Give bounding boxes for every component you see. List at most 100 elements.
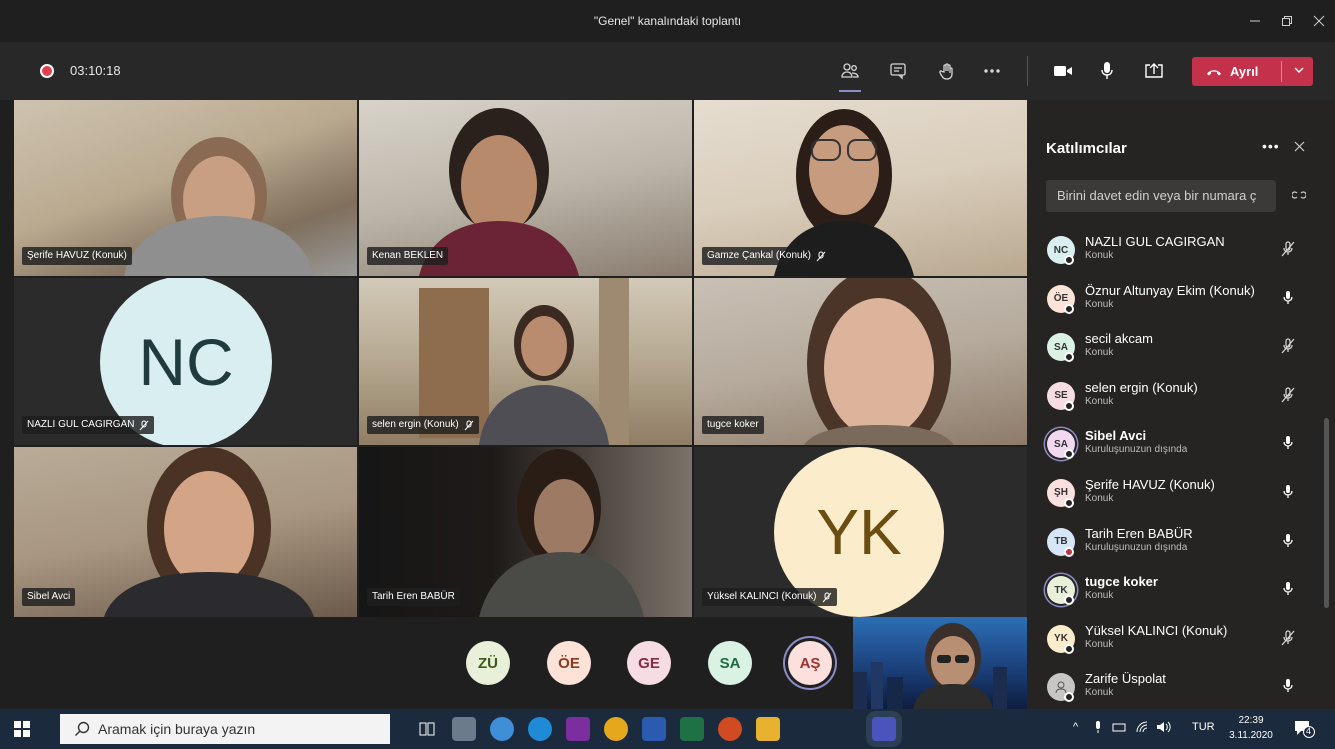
mic-muted-icon[interactable] [1280, 629, 1296, 647]
chat-icon[interactable] [883, 56, 913, 86]
mic-icon[interactable] [1280, 677, 1296, 695]
presence-status-icon [1064, 595, 1074, 606]
volume-icon[interactable] [1156, 721, 1172, 736]
avatar: SA [1047, 430, 1075, 460]
video-tile[interactable]: Tarih Eren BABÜR [359, 447, 692, 617]
mic-icon[interactable] [1092, 56, 1122, 86]
avatar[interactable]: SA [708, 641, 752, 685]
participant-row[interactable]: SE selen ergin (Konuk) Konuk [1027, 374, 1335, 423]
participant-row[interactable]: TB Tarih Eren BABÜR Kuruluşunuzun dışında [1027, 520, 1335, 569]
more-icon[interactable]: ••• [1262, 138, 1280, 154]
more-icon[interactable] [977, 56, 1007, 86]
video-tile[interactable]: Kenan BEKLEN [359, 100, 692, 276]
overflow-strip: ZÜ ÖE GE SA AŞ [14, 617, 1027, 709]
participant-row[interactable]: SA secil akcam Konuk [1027, 325, 1335, 374]
video-tile[interactable]: tugce koker [694, 278, 1027, 445]
video-tile[interactable]: NC NAZLI GUL CAGIRGAN [14, 278, 357, 445]
file-explorer-icon[interactable] [756, 717, 780, 741]
mic-muted-icon[interactable] [1280, 386, 1296, 404]
participant-name: Öznur Altunyay Ekim (Konuk) [1085, 282, 1255, 298]
chevron-up-icon[interactable]: ^ [1073, 721, 1078, 733]
participant-row[interactable]: ÖE Öznur Altunyay Ekim (Konuk) Konuk [1027, 277, 1335, 326]
presence-status-icon [1064, 352, 1074, 363]
presence-status-icon [1064, 497, 1074, 508]
presence-status-icon [1064, 400, 1074, 411]
video-grid: Şerife HAVUZ (Konuk) Kenan BEKLEN Gamze … [14, 100, 1027, 617]
participant-name-label: NAZLI GUL CAGIRGAN [22, 416, 155, 434]
participant-role: Konuk [1085, 395, 1114, 407]
participant-name: Yüksel KALINCI (Konuk) [1085, 622, 1228, 638]
window-title: "Genel" kanalındaki toplantı [593, 14, 742, 28]
wifi-icon[interactable] [1136, 721, 1150, 736]
minimize-icon[interactable] [1239, 0, 1271, 42]
avatar[interactable]: ÖE [547, 641, 591, 685]
onenote-icon[interactable] [566, 717, 590, 741]
participants-panel: Katılımcılar ••• Birini davet edin veya … [1027, 100, 1335, 709]
participant-name: Tarih Eren BABÜR [1085, 525, 1193, 541]
video-tile[interactable]: YK Yüksel KALINCI (Konuk) [694, 447, 1027, 617]
clock[interactable]: 22:39 3.11.2020 [1226, 713, 1276, 743]
raise-hand-icon[interactable] [932, 56, 962, 86]
paint-icon[interactable] [490, 717, 514, 741]
powerpoint-icon[interactable] [718, 717, 742, 741]
mic-muted-icon[interactable] [1280, 240, 1296, 258]
windows-start-icon[interactable] [14, 721, 30, 742]
video-tile[interactable]: Şerife HAVUZ (Konuk) [14, 100, 357, 276]
word-icon[interactable] [642, 717, 666, 741]
mic-muted-icon [140, 420, 149, 430]
participants-icon[interactable] [835, 56, 865, 92]
notification-icon[interactable]: 4 [1293, 719, 1315, 744]
leave-button[interactable]: Ayrıl [1192, 57, 1313, 86]
mic-icon[interactable] [1280, 580, 1296, 598]
mic-icon[interactable] [1280, 483, 1296, 501]
excel-icon[interactable] [680, 717, 704, 741]
participant-name-label: selen ergin (Konuk) [367, 416, 479, 434]
scrollbar[interactable] [1324, 418, 1329, 608]
avatar[interactable]: AŞ [788, 641, 832, 685]
participant-row[interactable]: ŞH Şerife HAVUZ (Konuk) Konuk [1027, 471, 1335, 520]
participant-name-label: Şerife HAVUZ (Konuk) [22, 247, 132, 265]
avatar: ŞH [1047, 478, 1075, 508]
mic-icon[interactable] [1093, 721, 1103, 737]
mic-icon[interactable] [1280, 532, 1296, 550]
language-indicator[interactable]: TUR [1192, 721, 1215, 733]
video-tile[interactable]: selen ergin (Konuk) [359, 278, 692, 445]
share-screen-icon[interactable] [1139, 56, 1169, 86]
participant-role: Konuk [1085, 298, 1114, 310]
participant-row[interactable]: YK Yüksel KALINCI (Konuk) Konuk [1027, 617, 1335, 666]
taskbar-search[interactable]: Aramak için buraya yazın [60, 714, 390, 744]
participant-row[interactable]: TK tugce koker Konuk [1027, 568, 1335, 617]
video-tile[interactable]: Gamze Çankal (Konuk) [694, 100, 1027, 276]
mic-muted-icon [822, 592, 831, 602]
participant-row[interactable]: SA Sibel Avci Kuruluşunuzun dışında [1027, 422, 1335, 471]
close-icon[interactable] [1294, 139, 1305, 157]
task-view-icon[interactable] [415, 717, 439, 741]
edge-icon[interactable] [528, 717, 552, 741]
participant-role: Kuruluşunuzun dışında [1085, 541, 1188, 553]
share-invite-icon[interactable] [1291, 188, 1307, 204]
meeting-toolbar: 03:10:18 Ayrıl [0, 42, 1335, 100]
presence-status-icon [1064, 303, 1074, 314]
avatar: YK [1047, 624, 1075, 654]
invite-input[interactable]: Birini davet edin veya bir numara ç [1046, 180, 1276, 212]
network-icon[interactable] [1112, 721, 1126, 736]
mic-muted-icon[interactable] [1280, 337, 1296, 355]
teams-icon[interactable] [872, 717, 896, 741]
calculator-icon[interactable] [452, 717, 476, 741]
avatar[interactable]: ZÜ [466, 641, 510, 685]
participant-role: Konuk [1085, 590, 1114, 602]
mic-icon[interactable] [1280, 434, 1296, 452]
self-video[interactable] [853, 617, 1027, 709]
video-tile[interactable]: Sibel Avci [14, 447, 357, 617]
chevron-down-icon[interactable] [1293, 63, 1305, 81]
maximize-icon[interactable] [1271, 0, 1303, 42]
avatar[interactable]: GE [627, 641, 671, 685]
camera-icon[interactable] [1048, 56, 1078, 86]
participant-row[interactable]: Zarife Üspolat Konuk [1027, 665, 1335, 714]
close-icon[interactable] [1303, 0, 1335, 42]
participant-role: Kuruluşunuzun dışında [1085, 444, 1188, 456]
participant-role: Konuk [1085, 250, 1114, 261]
chrome-icon[interactable] [604, 717, 628, 741]
mic-icon[interactable] [1280, 289, 1296, 307]
participant-row[interactable]: NC NAZLI GUL CAGIRGAN Konuk [1027, 228, 1335, 277]
